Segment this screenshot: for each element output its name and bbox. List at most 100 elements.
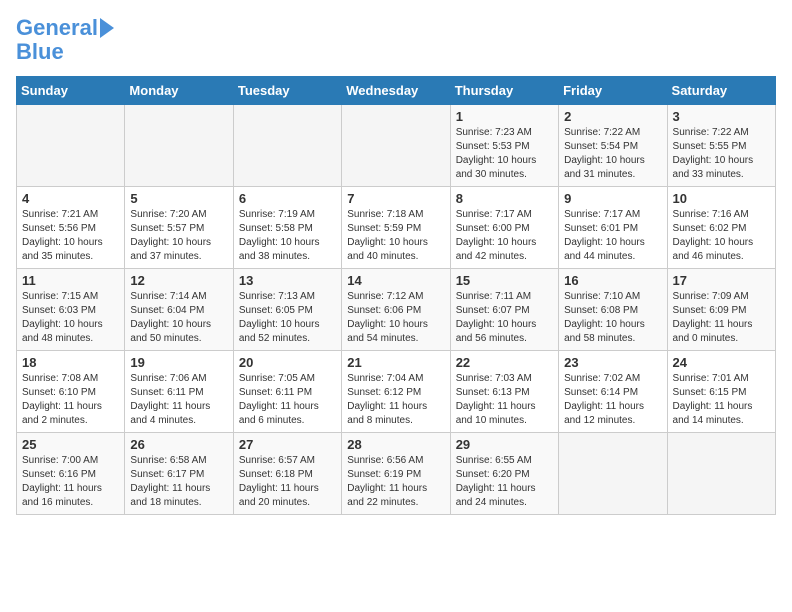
day-info: Sunrise: 7:21 AM Sunset: 5:56 PM Dayligh… bbox=[22, 208, 119, 264]
calendar-cell: 14 Sunrise: 7:12 AM Sunset: 6:06 PM Dayli… bbox=[342, 269, 450, 351]
weekday-header: Friday bbox=[559, 77, 667, 105]
day-number: 29 bbox=[456, 437, 553, 452]
day-info: Sunrise: 7:00 AM Sunset: 6:16 PM Dayligh… bbox=[22, 454, 119, 510]
weekday-header: Monday bbox=[125, 77, 233, 105]
day-number: 10 bbox=[673, 191, 770, 206]
day-number: 17 bbox=[673, 273, 770, 288]
day-number: 6 bbox=[239, 191, 336, 206]
weekday-header-row: SundayMondayTuesdayWednesdayThursdayFrid… bbox=[17, 77, 776, 105]
day-number: 12 bbox=[130, 273, 227, 288]
day-info: Sunrise: 7:12 AM Sunset: 6:06 PM Dayligh… bbox=[347, 290, 444, 346]
calendar-cell: 11 Sunrise: 7:15 AM Sunset: 6:03 PM Dayli… bbox=[17, 269, 125, 351]
day-number: 15 bbox=[456, 273, 553, 288]
calendar-week-row: 11 Sunrise: 7:15 AM Sunset: 6:03 PM Dayli… bbox=[17, 269, 776, 351]
calendar-cell: 26 Sunrise: 6:58 AM Sunset: 6:17 PM Dayli… bbox=[125, 433, 233, 515]
day-info: Sunrise: 7:23 AM Sunset: 5:53 PM Dayligh… bbox=[456, 126, 553, 182]
calendar-cell: 12 Sunrise: 7:14 AM Sunset: 6:04 PM Dayli… bbox=[125, 269, 233, 351]
day-number: 3 bbox=[673, 109, 770, 124]
day-number: 7 bbox=[347, 191, 444, 206]
day-info: Sunrise: 6:56 AM Sunset: 6:19 PM Dayligh… bbox=[347, 454, 444, 510]
day-number: 13 bbox=[239, 273, 336, 288]
calendar-cell: 21Sunrise: 7:04 AM Sunset: 6:12 PM Dayli… bbox=[342, 351, 450, 433]
calendar-cell: 5 Sunrise: 7:20 AM Sunset: 5:57 PM Daylig… bbox=[125, 187, 233, 269]
logo: General Blue bbox=[16, 16, 114, 64]
calendar-cell: 7 Sunrise: 7:18 AM Sunset: 5:59 PM Daylig… bbox=[342, 187, 450, 269]
calendar-week-row: 1 Sunrise: 7:23 AM Sunset: 5:53 PM Daylig… bbox=[17, 105, 776, 187]
day-info: Sunrise: 7:06 AM Sunset: 6:11 PM Dayligh… bbox=[130, 372, 227, 428]
calendar-cell: 29 Sunrise: 6:55 AM Sunset: 6:20 PM Dayli… bbox=[450, 433, 558, 515]
calendar-cell: 3Sunrise: 7:22 AM Sunset: 5:55 PM Daylig… bbox=[667, 105, 775, 187]
day-number: 26 bbox=[130, 437, 227, 452]
calendar-week-row: 18 Sunrise: 7:08 AM Sunset: 6:10 PM Dayli… bbox=[17, 351, 776, 433]
calendar-cell bbox=[559, 433, 667, 515]
day-info: Sunrise: 7:11 AM Sunset: 6:07 PM Dayligh… bbox=[456, 290, 553, 346]
calendar-cell: 9 Sunrise: 7:17 AM Sunset: 6:01 PM Daylig… bbox=[559, 187, 667, 269]
calendar-cell: 2 Sunrise: 7:22 AM Sunset: 5:54 PM Daylig… bbox=[559, 105, 667, 187]
day-number: 4 bbox=[22, 191, 119, 206]
day-info: Sunrise: 7:10 AM Sunset: 6:08 PM Dayligh… bbox=[564, 290, 661, 346]
day-info: Sunrise: 6:55 AM Sunset: 6:20 PM Dayligh… bbox=[456, 454, 553, 510]
weekday-header: Thursday bbox=[450, 77, 558, 105]
day-number: 5 bbox=[130, 191, 227, 206]
day-info: Sunrise: 7:13 AM Sunset: 6:05 PM Dayligh… bbox=[239, 290, 336, 346]
calendar-cell: 1 Sunrise: 7:23 AM Sunset: 5:53 PM Daylig… bbox=[450, 105, 558, 187]
calendar-table: SundayMondayTuesdayWednesdayThursdayFrid… bbox=[16, 76, 776, 515]
day-number: 1 bbox=[456, 109, 553, 124]
day-info: Sunrise: 7:19 AM Sunset: 5:58 PM Dayligh… bbox=[239, 208, 336, 264]
day-info: Sunrise: 7:02 AM Sunset: 6:14 PM Dayligh… bbox=[564, 372, 661, 428]
day-info: Sunrise: 7:08 AM Sunset: 6:10 PM Dayligh… bbox=[22, 372, 119, 428]
day-info: Sunrise: 7:05 AM Sunset: 6:11 PM Dayligh… bbox=[239, 372, 336, 428]
day-number: 18 bbox=[22, 355, 119, 370]
day-number: 2 bbox=[564, 109, 661, 124]
day-info: Sunrise: 7:14 AM Sunset: 6:04 PM Dayligh… bbox=[130, 290, 227, 346]
weekday-header: Sunday bbox=[17, 77, 125, 105]
calendar-cell: 17 Sunrise: 7:09 AM Sunset: 6:09 PM Dayli… bbox=[667, 269, 775, 351]
day-number: 8 bbox=[456, 191, 553, 206]
calendar-cell: 27Sunrise: 6:57 AM Sunset: 6:18 PM Dayli… bbox=[233, 433, 341, 515]
day-number: 20 bbox=[239, 355, 336, 370]
day-info: Sunrise: 7:20 AM Sunset: 5:57 PM Dayligh… bbox=[130, 208, 227, 264]
calendar-week-row: 25 Sunrise: 7:00 AM Sunset: 6:16 PM Dayli… bbox=[17, 433, 776, 515]
calendar-week-row: 4 Sunrise: 7:21 AM Sunset: 5:56 PM Daylig… bbox=[17, 187, 776, 269]
day-number: 23 bbox=[564, 355, 661, 370]
day-info: Sunrise: 7:22 AM Sunset: 5:54 PM Dayligh… bbox=[564, 126, 661, 182]
calendar-cell: 10 Sunrise: 7:16 AM Sunset: 6:02 PM Dayli… bbox=[667, 187, 775, 269]
calendar-cell bbox=[125, 105, 233, 187]
day-info: Sunrise: 7:17 AM Sunset: 6:01 PM Dayligh… bbox=[564, 208, 661, 264]
calendar-cell: 28 Sunrise: 6:56 AM Sunset: 6:19 PM Dayli… bbox=[342, 433, 450, 515]
day-info: Sunrise: 7:01 AM Sunset: 6:15 PM Dayligh… bbox=[673, 372, 770, 428]
calendar-cell: 6 Sunrise: 7:19 AM Sunset: 5:58 PM Daylig… bbox=[233, 187, 341, 269]
day-info: Sunrise: 7:09 AM Sunset: 6:09 PM Dayligh… bbox=[673, 290, 770, 346]
day-number: 9 bbox=[564, 191, 661, 206]
day-number: 22 bbox=[456, 355, 553, 370]
calendar-cell: 4 Sunrise: 7:21 AM Sunset: 5:56 PM Daylig… bbox=[17, 187, 125, 269]
logo-text: General bbox=[16, 16, 98, 40]
day-number: 27 bbox=[239, 437, 336, 452]
calendar-cell: 24 Sunrise: 7:01 AM Sunset: 6:15 PM Dayli… bbox=[667, 351, 775, 433]
calendar-cell bbox=[667, 433, 775, 515]
calendar-cell: 20 Sunrise: 7:05 AM Sunset: 6:11 PM Dayli… bbox=[233, 351, 341, 433]
day-info: Sunrise: 7:18 AM Sunset: 5:59 PM Dayligh… bbox=[347, 208, 444, 264]
calendar-cell: 15 Sunrise: 7:11 AM Sunset: 6:07 PM Dayli… bbox=[450, 269, 558, 351]
calendar-cell: 19 Sunrise: 7:06 AM Sunset: 6:11 PM Dayli… bbox=[125, 351, 233, 433]
calendar-cell: 18 Sunrise: 7:08 AM Sunset: 6:10 PM Dayli… bbox=[17, 351, 125, 433]
calendar-cell: 25 Sunrise: 7:00 AM Sunset: 6:16 PM Dayli… bbox=[17, 433, 125, 515]
logo-blue-text: Blue bbox=[16, 40, 64, 64]
day-number: 19 bbox=[130, 355, 227, 370]
calendar-cell bbox=[233, 105, 341, 187]
calendar-cell bbox=[17, 105, 125, 187]
day-info: Sunrise: 6:58 AM Sunset: 6:17 PM Dayligh… bbox=[130, 454, 227, 510]
day-number: 28 bbox=[347, 437, 444, 452]
day-info: Sunrise: 7:15 AM Sunset: 6:03 PM Dayligh… bbox=[22, 290, 119, 346]
day-number: 25 bbox=[22, 437, 119, 452]
day-number: 11 bbox=[22, 273, 119, 288]
day-number: 24 bbox=[673, 355, 770, 370]
day-info: Sunrise: 7:16 AM Sunset: 6:02 PM Dayligh… bbox=[673, 208, 770, 264]
day-number: 14 bbox=[347, 273, 444, 288]
calendar-cell bbox=[342, 105, 450, 187]
weekday-header: Saturday bbox=[667, 77, 775, 105]
calendar-cell: 23 Sunrise: 7:02 AM Sunset: 6:14 PM Dayli… bbox=[559, 351, 667, 433]
weekday-header: Tuesday bbox=[233, 77, 341, 105]
weekday-header: Wednesday bbox=[342, 77, 450, 105]
calendar-cell: 13 Sunrise: 7:13 AM Sunset: 6:05 PM Dayli… bbox=[233, 269, 341, 351]
